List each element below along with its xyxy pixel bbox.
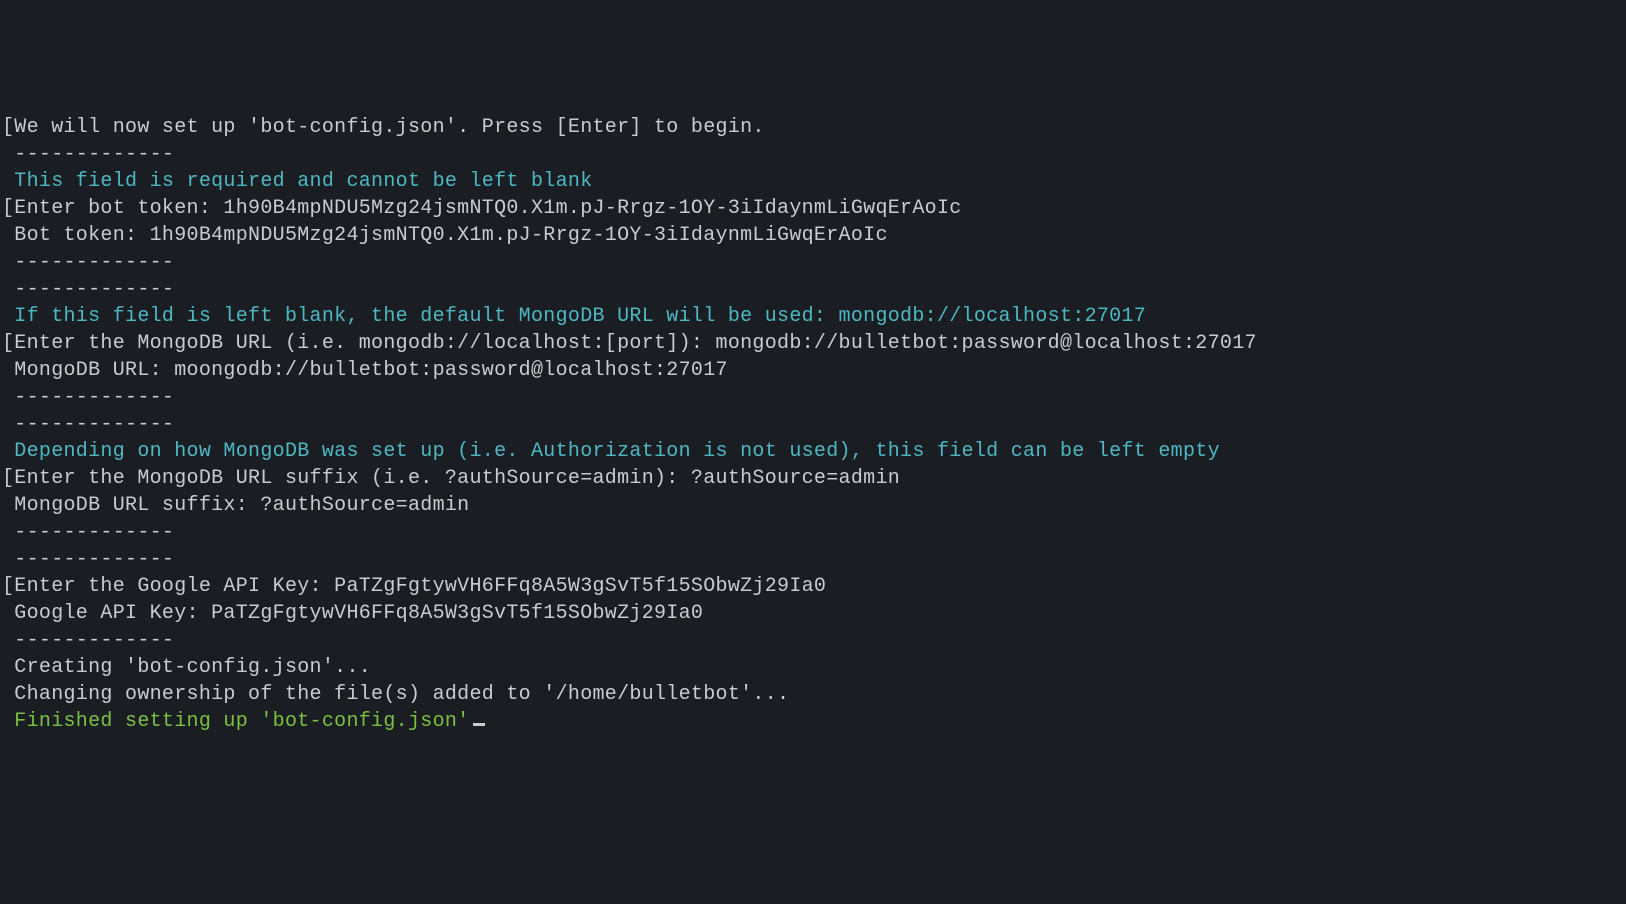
- terminal-line: -------------: [2, 276, 1624, 303]
- terminal-line: [Enter bot token: 1h90B4mpNDU5Mzg24jsmNT…: [2, 195, 1624, 222]
- terminal-line: [Enter the Google API Key: PaTZgFgtywVH6…: [2, 573, 1624, 600]
- terminal-line: -------------: [2, 411, 1624, 438]
- terminal-line: MongoDB URL: moongodb://bulletbot:passwo…: [2, 357, 1624, 384]
- terminal-line: -------------: [2, 141, 1624, 168]
- terminal-line: [Enter the MongoDB URL (i.e. mongodb://l…: [2, 330, 1624, 357]
- terminal-line: -------------: [2, 519, 1624, 546]
- terminal-output[interactable]: [We will now set up 'bot-config.json'. P…: [2, 114, 1624, 735]
- terminal-line: -------------: [2, 384, 1624, 411]
- terminal-line: -------------: [2, 546, 1624, 573]
- cursor: [473, 723, 485, 726]
- terminal-line: Depending on how MongoDB was set up (i.e…: [2, 438, 1624, 465]
- terminal-line: MongoDB URL suffix: ?authSource=admin: [2, 492, 1624, 519]
- terminal-line: -------------: [2, 627, 1624, 654]
- terminal-line: [Enter the MongoDB URL suffix (i.e. ?aut…: [2, 465, 1624, 492]
- terminal-line: This field is required and cannot be lef…: [2, 168, 1624, 195]
- terminal-line: Finished setting up 'bot-config.json': [2, 708, 1624, 735]
- terminal-line: -------------: [2, 249, 1624, 276]
- terminal-line: Google API Key: PaTZgFgtywVH6FFq8A5W3gSv…: [2, 600, 1624, 627]
- terminal-line: Creating 'bot-config.json'...: [2, 654, 1624, 681]
- terminal-line: Changing ownership of the file(s) added …: [2, 681, 1624, 708]
- terminal-line: Bot token: 1h90B4mpNDU5Mzg24jsmNTQ0.X1m.…: [2, 222, 1624, 249]
- terminal-line: If this field is left blank, the default…: [2, 303, 1624, 330]
- terminal-line: [We will now set up 'bot-config.json'. P…: [2, 114, 1624, 141]
